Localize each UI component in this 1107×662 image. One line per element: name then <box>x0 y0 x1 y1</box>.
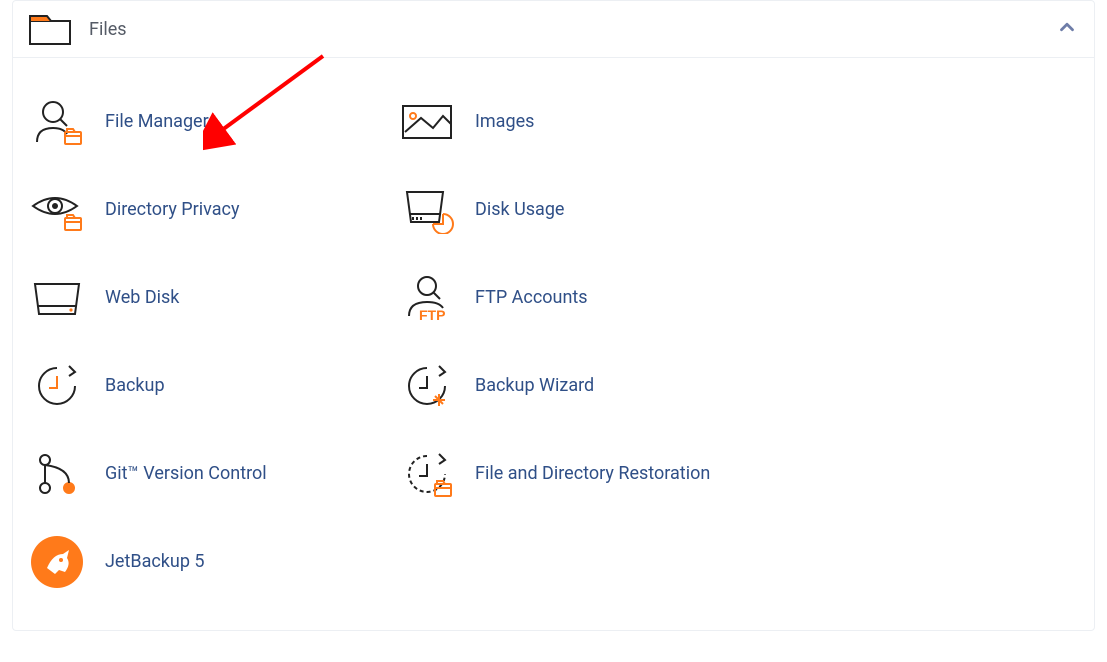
item-images[interactable]: Images <box>399 78 769 166</box>
item-backup-wizard[interactable]: Backup Wizard <box>399 342 769 430</box>
item-label: File Manager <box>105 111 209 134</box>
disk-usage-icon <box>399 186 455 234</box>
item-git-version-control[interactable]: Git™ Version Control <box>29 430 399 518</box>
file-manager-icon <box>29 98 85 146</box>
item-label: Web Disk <box>105 287 179 310</box>
item-directory-privacy[interactable]: Directory Privacy <box>29 166 399 254</box>
item-jetbackup5[interactable]: JetBackup 5 <box>29 518 399 606</box>
directory-privacy-icon <box>29 186 85 234</box>
folder-icon <box>29 13 71 45</box>
item-label: Images <box>475 111 534 134</box>
items-column-2: Images Disk Usage <box>399 78 769 606</box>
git-icon <box>29 450 85 498</box>
items-column-3 <box>769 78 1078 606</box>
item-label: JetBackup 5 <box>105 551 205 574</box>
items-grid: File Manager Directory Privacy <box>13 58 1094 630</box>
ftp-accounts-icon: FTP <box>399 274 455 322</box>
panel-header[interactable]: Files <box>13 1 1094 58</box>
web-disk-icon <box>29 274 85 322</box>
collapse-chevron-icon[interactable] <box>1056 16 1078 42</box>
item-label: Directory Privacy <box>105 199 239 222</box>
file-directory-restoration-icon <box>399 450 455 498</box>
jetbackup-icon <box>29 534 85 590</box>
item-label: Disk Usage <box>475 199 564 222</box>
item-label: Git™ Version Control <box>105 463 267 486</box>
item-file-directory-restoration[interactable]: File and Directory Restoration <box>399 430 769 518</box>
svg-text:FTP: FTP <box>419 307 445 322</box>
item-ftp-accounts[interactable]: FTP FTP Accounts <box>399 254 769 342</box>
backup-wizard-icon <box>399 362 455 410</box>
item-file-manager[interactable]: File Manager <box>29 78 399 166</box>
item-label: Backup Wizard <box>475 375 594 398</box>
files-panel: Files <box>12 0 1095 631</box>
backup-icon <box>29 362 85 410</box>
item-backup[interactable]: Backup <box>29 342 399 430</box>
item-label: Backup <box>105 375 165 398</box>
item-web-disk[interactable]: Web Disk <box>29 254 399 342</box>
item-label: File and Directory Restoration <box>475 463 710 486</box>
images-icon <box>399 98 455 146</box>
panel-title: Files <box>89 19 127 40</box>
item-label: FTP Accounts <box>475 287 588 310</box>
items-column-1: File Manager Directory Privacy <box>29 78 399 606</box>
item-disk-usage[interactable]: Disk Usage <box>399 166 769 254</box>
